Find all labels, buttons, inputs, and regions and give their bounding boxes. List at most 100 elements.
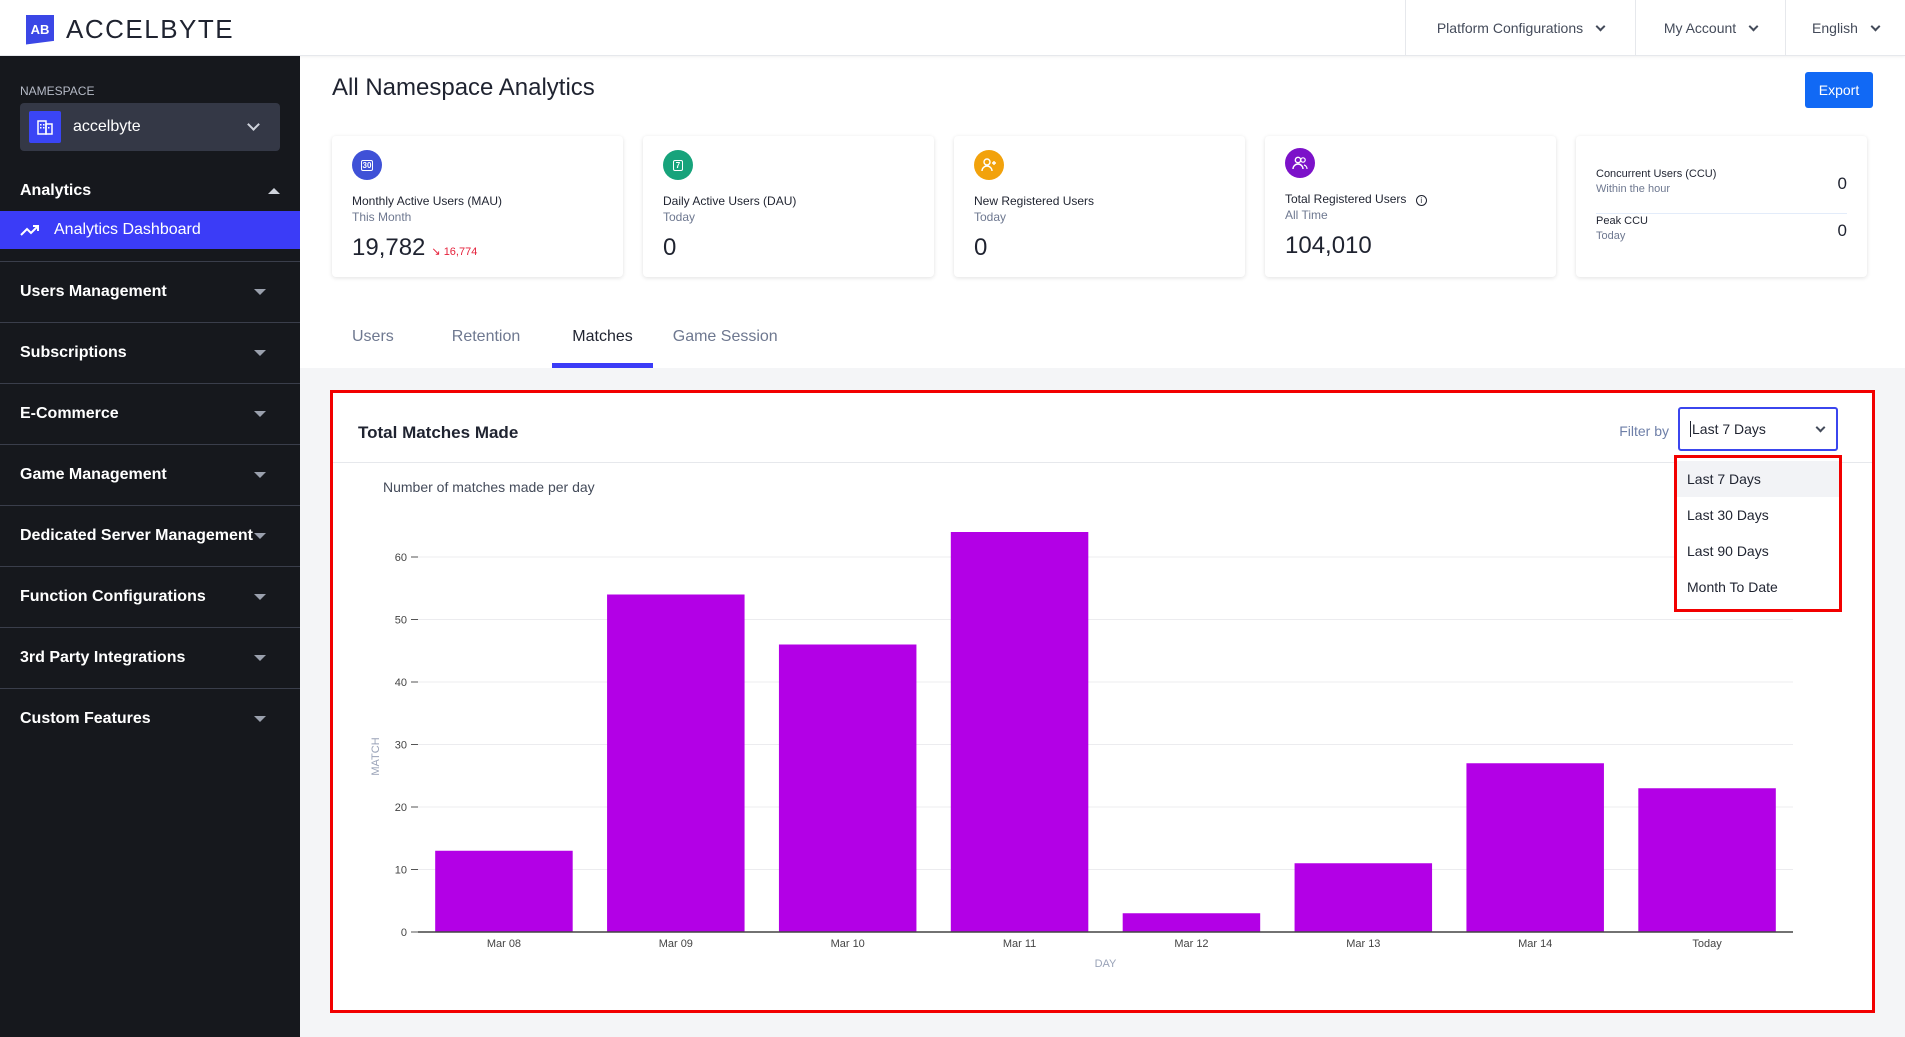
x-tick-label: Mar 14 (1518, 938, 1552, 950)
ccu-sublabel: Within the hour (1596, 183, 1670, 195)
peak-ccu-value: 0 (1837, 221, 1847, 240)
filter-dropdown: Last 7 Days Last 30 Days Last 90 Days Mo… (1674, 455, 1842, 612)
calendar-30-icon: 30 (352, 150, 382, 180)
tab-retention[interactable]: Retention (414, 320, 541, 368)
sidebar-item-label: Subscriptions (20, 344, 127, 361)
caret-down-icon (254, 289, 266, 295)
language-menu[interactable]: English (1785, 0, 1905, 56)
platform-configurations-menu[interactable]: Platform Configurations (1405, 0, 1635, 56)
y-tick-label: 30 (395, 740, 407, 752)
sidebar-section-analytics[interactable]: Analytics (20, 182, 280, 200)
card-value: 0 (663, 234, 677, 261)
top-nav: Platform Configurations My Account Engli… (1405, 0, 1905, 56)
sidebar-item-label: Game Management (20, 466, 167, 483)
dau-card: 7 Daily Active Users (DAU) Today 0 (643, 136, 934, 277)
mau-value: 19,782 (352, 234, 426, 261)
x-tick-label: Mar 13 (1346, 938, 1380, 950)
chevron-down-icon (247, 118, 260, 131)
sidebar-item-analytics-dashboard[interactable]: Analytics Dashboard (0, 211, 300, 249)
matches-bar-chart: 0 10 20 30 40 50 60 Mar 08 Mar 09 Mar 10 Mar 11 Mar… (370, 532, 1793, 970)
delta-value: 16,774 (443, 246, 478, 258)
sidebar-item-label: Function Configurations (20, 588, 206, 605)
x-tick-label: Mar 10 (831, 938, 865, 950)
sidebar-item-label: Analytics Dashboard (54, 221, 201, 238)
filter-option-last-7-days[interactable]: Last 7 Days (1677, 461, 1839, 497)
y-tick-label: 10 (395, 865, 407, 877)
caret-down-icon (254, 533, 266, 539)
analytics-tabs: Users Retention Matches Game Session (332, 320, 798, 368)
namespace-select[interactable]: accelbyte (20, 103, 280, 151)
export-button[interactable]: Export (1805, 72, 1873, 108)
section-label: Analytics (20, 182, 92, 199)
namespace-label: NAMESPACE (20, 84, 95, 98)
card-sublabel: All Time (1285, 208, 1328, 222)
chevron-down-icon (1595, 21, 1606, 31)
sidebar-item-3rd-party-integrations[interactable]: 3rd Party Integrations (0, 627, 300, 688)
filter-option-last-90-days[interactable]: Last 90 Days (1677, 533, 1839, 569)
caret-up-icon (268, 188, 280, 194)
sidebar-item-custom-features[interactable]: Custom Features (0, 688, 300, 749)
y-tick-label: 40 (395, 677, 407, 689)
bar-mar-13 (1294, 863, 1433, 932)
page-title: All Namespace Analytics (332, 74, 595, 101)
accelbyte-logo[interactable]: AB ACCELBYTE (26, 14, 234, 45)
caret-down-icon (254, 472, 266, 478)
ccu-label: Concurrent Users (CCU) (1596, 168, 1717, 180)
y-tick-label: 20 (395, 802, 407, 814)
calendar-7-icon: 7 (663, 150, 693, 180)
bar-mar-09 (607, 594, 745, 932)
sidebar-item-label: 3rd Party Integrations (20, 649, 186, 666)
card-value: 0 (974, 234, 988, 261)
menu-label: English (1812, 20, 1858, 36)
logo-text: ACCELBYTE (66, 14, 235, 44)
user-plus-icon (974, 150, 1004, 180)
chevron-down-icon (1748, 21, 1759, 31)
sidebar-item-label: Users Management (20, 283, 167, 300)
sidebar-item-e-commerce[interactable]: E-Commerce (0, 383, 300, 444)
x-tick-label: Mar 11 (1003, 938, 1036, 950)
ccu-card: Concurrent Users (CCU) Within the hour 0… (1576, 136, 1867, 277)
tab-game-session[interactable]: Game Session (653, 320, 798, 368)
bar-mar-08 (435, 850, 573, 932)
sidebar-item-label: Custom Features (20, 710, 151, 727)
x-tick-label: Mar 08 (487, 938, 521, 950)
filter-option-month-to-date[interactable]: Month To Date (1677, 569, 1839, 605)
sidebar-nav: Users Management Subscriptions E-Commerc… (0, 261, 300, 749)
top-header: AB ACCELBYTE Platform Configurations My … (0, 0, 1905, 56)
ccu-row: Concurrent Users (CCU) Within the hour 0 (1596, 168, 1847, 214)
tab-users[interactable]: Users (332, 320, 414, 368)
sidebar-item-label: Dedicated Server Management (20, 527, 253, 544)
logo-mark-icon: AB (26, 14, 54, 45)
x-tick-label: Mar 09 (659, 938, 693, 950)
card-label: Monthly Active Users (MAU) (352, 194, 503, 208)
info-icon[interactable]: i (1415, 195, 1427, 206)
new-registered-users-card: New Registered Users Today 0 (954, 136, 1245, 277)
caret-down-icon (254, 594, 266, 600)
ccu-value: 0 (1837, 174, 1847, 193)
chevron-down-icon (1870, 21, 1881, 31)
arrow-down-right-icon: ↘ (431, 246, 444, 258)
caret-down-icon (254, 655, 266, 661)
x-tick-label: Mar 12 (1174, 938, 1208, 950)
total-registered-users-card: Total Registered Users i All Time 104,01… (1265, 136, 1556, 277)
y-tick-label: 0 (401, 927, 407, 939)
filter-option-last-30-days[interactable]: Last 30 Days (1677, 497, 1839, 533)
card-sublabel: This Month (352, 210, 412, 224)
sidebar-item-label: E-Commerce (20, 405, 119, 422)
trending-up-icon (20, 225, 39, 236)
sidebar-item-subscriptions[interactable]: Subscriptions (0, 322, 300, 383)
x-tick-label: Today (1692, 938, 1722, 950)
label-text: Total Registered Users (1285, 192, 1407, 206)
x-axis-label: DAY (1095, 958, 1117, 970)
y-tick-label: 50 (395, 615, 407, 627)
sidebar-item-game-management[interactable]: Game Management (0, 444, 300, 505)
card-label: Total Registered Users i (1285, 192, 1427, 206)
sidebar-item-dedicated-server-management[interactable]: Dedicated Server Management (0, 505, 300, 566)
menu-label: Platform Configurations (1436, 20, 1584, 36)
tab-matches[interactable]: Matches (552, 320, 654, 368)
mau-card: 30 Monthly Active Users (MAU) This Month… (332, 136, 623, 277)
sidebar-item-function-configurations[interactable]: Function Configurations (0, 566, 300, 627)
my-account-menu[interactable]: My Account (1635, 0, 1785, 56)
sidebar-item-users-management[interactable]: Users Management (0, 261, 300, 322)
mau-delta: ↘ 16,774 (431, 246, 477, 258)
